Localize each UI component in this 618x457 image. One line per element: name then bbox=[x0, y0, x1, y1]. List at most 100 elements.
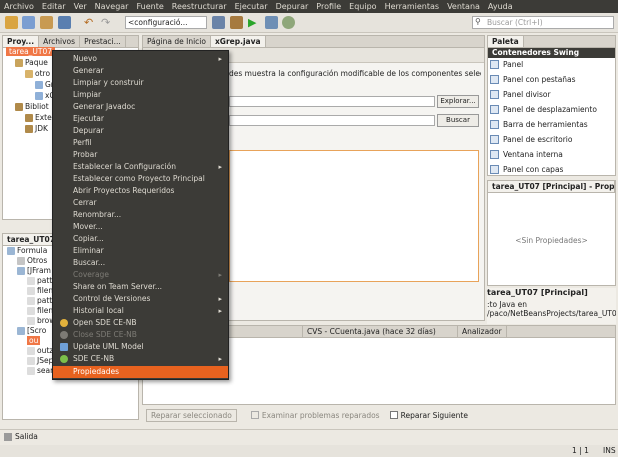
menu-fuente[interactable]: Fuente bbox=[136, 2, 163, 11]
save-all-icon[interactable] bbox=[58, 16, 71, 29]
palette-item[interactable]: Panel de desplazamiento bbox=[490, 105, 597, 114]
menu-item-update-uml[interactable]: Update UML Model bbox=[53, 341, 228, 353]
tab-services[interactable]: Prestaci... bbox=[80, 36, 126, 47]
menu-editar[interactable]: Editar bbox=[42, 2, 66, 11]
tab-projects[interactable]: Proy... bbox=[3, 36, 40, 47]
palette-item[interactable]: Ventana interna bbox=[490, 150, 563, 159]
tab-cvs[interactable]: CVS - CCuenta.java (hace 32 días) bbox=[303, 326, 458, 337]
menu-depurar[interactable]: Depurar bbox=[276, 2, 309, 11]
sde-icon bbox=[60, 331, 68, 339]
tree-item[interactable]: filen bbox=[27, 306, 53, 315]
open-project-icon[interactable] bbox=[40, 16, 53, 29]
output-label[interactable]: Salida bbox=[15, 432, 38, 441]
menu-ayuda[interactable]: Ayuda bbox=[488, 2, 513, 11]
tree-item[interactable]: sear bbox=[27, 366, 53, 375]
menu-item-sde[interactable]: SDE CE-NB ▸ bbox=[53, 353, 228, 365]
pattern-field[interactable] bbox=[229, 96, 435, 107]
menu-item-cerrar[interactable]: Cerrar bbox=[53, 197, 228, 209]
new-file-icon[interactable] bbox=[5, 16, 18, 29]
filename-field[interactable] bbox=[229, 115, 435, 126]
internal-frame-icon bbox=[490, 150, 499, 159]
tree-item[interactable]: Exte bbox=[25, 113, 52, 122]
clean-build-icon[interactable] bbox=[230, 16, 243, 29]
tree-project-root[interactable]: tarea_UT07 bbox=[6, 47, 56, 56]
menu-item-coverage[interactable]: Coverage ▸ bbox=[53, 269, 228, 281]
tree-item[interactable]: Bibliot bbox=[15, 102, 49, 111]
menu-item-nuevo[interactable]: Nuevo ▸ bbox=[53, 53, 228, 65]
run-icon[interactable]: ▶ bbox=[248, 16, 261, 29]
repair-bar: Reparar seleccionado Examinar problemas … bbox=[142, 407, 616, 423]
menu-item-open-sde[interactable]: Open SDE CE-NB bbox=[53, 317, 228, 329]
palette-item[interactable]: Barra de herramientas bbox=[490, 120, 588, 129]
tree-item[interactable]: JSep bbox=[27, 356, 53, 365]
menu-item-close-sde[interactable]: Close SDE CE-NB bbox=[53, 329, 228, 341]
menu-item-eliminar[interactable]: Eliminar bbox=[53, 245, 228, 257]
menu-profile[interactable]: Profile bbox=[316, 2, 341, 11]
menu-item-historial[interactable]: Historial local ▸ bbox=[53, 305, 228, 317]
menu-item-configuracion[interactable]: Establecer la Configuración ▸ bbox=[53, 161, 228, 173]
menu-item-propiedades[interactable]: Propiedades bbox=[53, 366, 228, 378]
menu-equipo[interactable]: Equipo bbox=[349, 2, 376, 11]
tree-item[interactable]: filen bbox=[27, 286, 53, 295]
menu-item-share[interactable]: Share on Team Server... bbox=[53, 281, 228, 293]
output-textarea[interactable] bbox=[229, 150, 479, 282]
menu-ejecutar[interactable]: Ejecutar bbox=[235, 2, 268, 11]
tree-item[interactable]: [JFram bbox=[17, 266, 51, 275]
configuration-select[interactable]: <configuració... bbox=[125, 16, 207, 29]
menu-item-copiar[interactable]: Copiar... bbox=[53, 233, 228, 245]
tab-files[interactable]: Archivos bbox=[39, 36, 81, 47]
profile-icon[interactable] bbox=[282, 16, 295, 29]
tree-item[interactable]: Paque bbox=[15, 58, 48, 67]
tree-item[interactable]: patt bbox=[27, 276, 52, 285]
menu-item-proyectos-requeridos[interactable]: Abrir Proyectos Requeridos bbox=[53, 185, 228, 197]
menu-item-proyecto-principal[interactable]: Establecer como Proyecto Principal bbox=[53, 173, 228, 185]
tree-item-selected[interactable]: ou bbox=[27, 336, 41, 345]
menu-item-probar[interactable]: Probar bbox=[53, 149, 228, 161]
palette-item[interactable]: Panel bbox=[490, 60, 523, 69]
menu-item-limpiar-construir[interactable]: Limpiar y construir bbox=[53, 77, 228, 89]
menu-item-limpiar[interactable]: Limpiar bbox=[53, 89, 228, 101]
menu-archivo[interactable]: Archivo bbox=[4, 2, 34, 11]
menu-item-javadoc[interactable]: Generar Javadoc bbox=[53, 101, 228, 113]
menu-item-ejecutar[interactable]: Ejecutar bbox=[53, 113, 228, 125]
menu-ver[interactable]: Ver bbox=[74, 2, 87, 11]
menu-item-perfil[interactable]: Perfil bbox=[53, 137, 228, 149]
tree-item[interactable]: otro bbox=[25, 69, 50, 78]
undo-icon[interactable]: ↶ bbox=[84, 16, 97, 29]
new-project-icon[interactable] bbox=[22, 16, 35, 29]
menu-item-depurar[interactable]: Depurar bbox=[53, 125, 228, 137]
tree-item[interactable]: patt bbox=[27, 296, 52, 305]
redo-icon[interactable]: ↷ bbox=[101, 16, 114, 29]
menu-item-control-versiones[interactable]: Control de Versiones ▸ bbox=[53, 293, 228, 305]
palette-item[interactable]: Panel con pestañas bbox=[490, 75, 576, 84]
palette-section-header[interactable]: Contenedores Swing bbox=[488, 48, 615, 58]
tree-item[interactable]: Formula bbox=[7, 246, 47, 255]
menu-item-renombrar[interactable]: Renombrar... bbox=[53, 209, 228, 221]
search-button[interactable]: Buscar bbox=[437, 114, 479, 127]
menu-item-buscar[interactable]: Buscar... bbox=[53, 257, 228, 269]
tree-item[interactable]: outz bbox=[27, 346, 53, 355]
repair-next-checkbox[interactable]: Reparar Siguiente bbox=[389, 411, 468, 420]
menu-ventana[interactable]: Ventana bbox=[447, 2, 480, 11]
debug-icon[interactable] bbox=[265, 16, 278, 29]
tab-analyzer[interactable]: Analizador bbox=[458, 326, 507, 337]
scroll-pane-icon bbox=[490, 105, 499, 114]
repair-selected-button[interactable]: Reparar seleccionado bbox=[146, 408, 237, 422]
examine-checkbox[interactable]: Examinar problemas reparados bbox=[250, 411, 380, 420]
menu-item-generar[interactable]: Generar bbox=[53, 65, 228, 77]
tab-xgrep[interactable]: xGrep.java bbox=[210, 36, 266, 47]
build-icon[interactable] bbox=[212, 16, 225, 29]
search-input[interactable]: Buscar (Ctrl+I) bbox=[472, 16, 614, 29]
tree-item[interactable]: JDK bbox=[25, 124, 48, 133]
menu-herramientas[interactable]: Herramientas bbox=[385, 2, 440, 11]
explore-button[interactable]: Explorar... bbox=[437, 95, 479, 108]
tree-item[interactable]: [Scro bbox=[17, 326, 46, 335]
palette-item[interactable]: Panel con capas bbox=[490, 165, 563, 174]
menu-reestructurar[interactable]: Reestructurar bbox=[172, 2, 227, 11]
palette-item[interactable]: Panel divisor bbox=[490, 90, 551, 99]
tab-start-page[interactable]: Página de Inicio bbox=[143, 36, 211, 47]
tree-item[interactable]: Otros bbox=[17, 256, 47, 265]
menu-item-mover[interactable]: Mover... bbox=[53, 221, 228, 233]
menu-navegar[interactable]: Navegar bbox=[95, 2, 129, 11]
palette-item[interactable]: Panel de escritorio bbox=[490, 135, 572, 144]
